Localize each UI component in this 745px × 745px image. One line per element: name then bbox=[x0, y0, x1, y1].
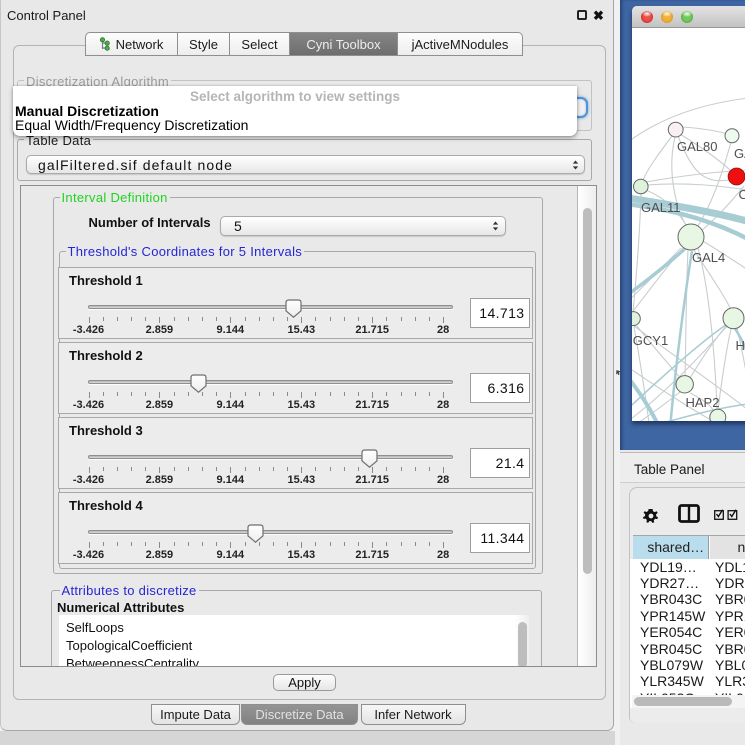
svg-text:GAL11: GAL11 bbox=[641, 200, 681, 215]
svg-text:HI: HI bbox=[736, 338, 745, 353]
svg-text:CY: CY bbox=[739, 187, 745, 202]
svg-text:GA: GA bbox=[734, 146, 745, 161]
svg-text:HAP2: HAP2 bbox=[686, 395, 720, 410]
svg-text:GAL80: GAL80 bbox=[677, 139, 717, 154]
svg-text:GCY1: GCY1 bbox=[633, 333, 668, 348]
svg-text:GAL4: GAL4 bbox=[692, 250, 725, 265]
